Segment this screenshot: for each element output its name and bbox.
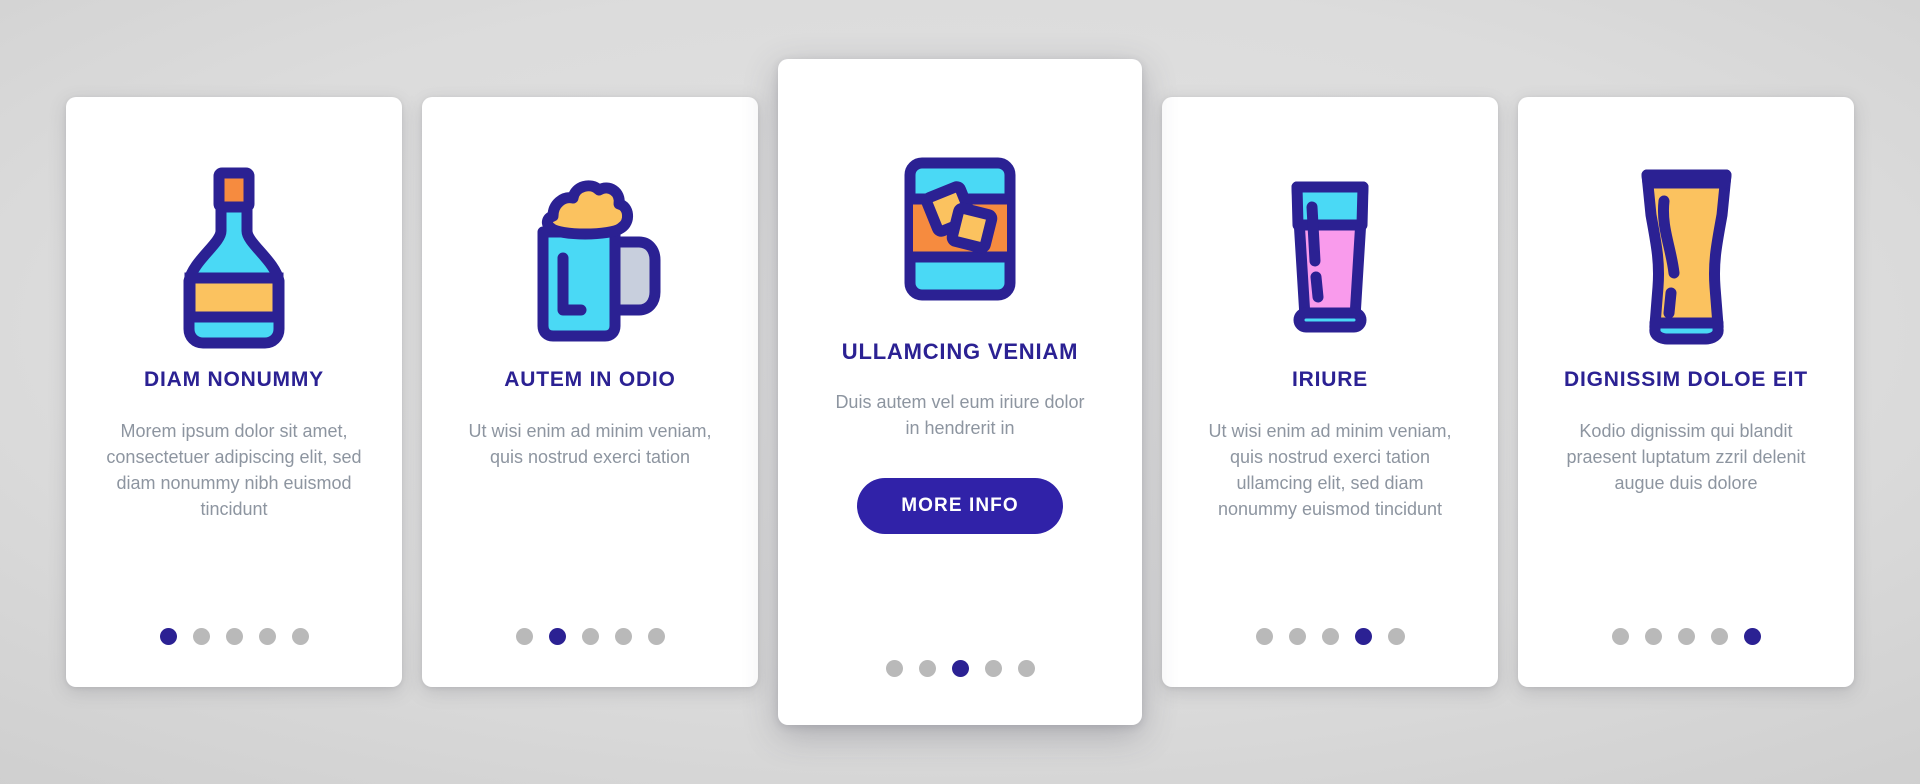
pagination-dots[interactable] [1518, 628, 1854, 645]
pagination-dot[interactable] [1288, 628, 1306, 645]
pagination-dot[interactable] [885, 660, 903, 677]
pagination-dot[interactable] [1017, 660, 1035, 677]
card-title: IRIURE [1292, 368, 1368, 391]
whiskey-glass-ice-icon [895, 127, 1025, 333]
pagination-dot[interactable] [1710, 628, 1728, 645]
pagination-dot[interactable] [581, 628, 599, 645]
pagination-dot[interactable] [1677, 628, 1695, 645]
card-title: ULLAMCING VENIAM [841, 339, 1079, 364]
pagination-dot[interactable] [515, 628, 533, 645]
pagination-dot[interactable] [159, 628, 177, 645]
card-description: Kodio dignissim qui blandit praesent lup… [1566, 421, 1806, 494]
liquor-bottle-icon [169, 157, 299, 357]
more-info-button[interactable]: MORE INFO [857, 477, 1063, 534]
pagination-dot[interactable] [1387, 628, 1405, 645]
pagination-dot[interactable] [1255, 628, 1273, 645]
card-description: Ut wisi enim ad minim veniam, quis nostr… [468, 421, 712, 468]
onboarding-screens-container: DIAM NONUMMY Morem ipsum dolor sit amet,… [0, 0, 1920, 784]
pagination-dot[interactable] [548, 628, 566, 645]
pagination-dots[interactable] [422, 628, 758, 645]
card-title: DIGNISSIM DOLOE EIT [1564, 368, 1808, 391]
pagination-dot[interactable] [614, 628, 632, 645]
pagination-dot[interactable] [1321, 628, 1339, 645]
card-title: AUTEM IN ODIO [504, 368, 676, 391]
onboarding-card-3-featured[interactable]: ULLAMCING VENIAM Duis autem vel eum iriu… [778, 59, 1142, 725]
onboarding-card-2[interactable]: AUTEM IN ODIO Ut wisi enim ad minim veni… [422, 97, 758, 687]
pagination-dots[interactable] [778, 660, 1142, 677]
pagination-dot[interactable] [1743, 628, 1761, 645]
pagination-dot[interactable] [258, 628, 276, 645]
pagination-dot[interactable] [225, 628, 243, 645]
pagination-dots[interactable] [1162, 628, 1498, 645]
tall-drink-glass-icon [1275, 157, 1385, 357]
pagination-dot[interactable] [1611, 628, 1629, 645]
onboarding-card-4[interactable]: IRIURE Ut wisi enim ad minim veniam, qui… [1162, 97, 1498, 687]
pagination-dot[interactable] [951, 660, 969, 677]
pagination-dots[interactable] [66, 628, 402, 645]
pagination-dot[interactable] [1644, 628, 1662, 645]
pagination-dot[interactable] [1354, 628, 1372, 645]
card-description: Morem ipsum dolor sit amet, consectetuer… [106, 421, 362, 520]
beer-mug-icon [515, 157, 665, 357]
card-title: DIAM NONUMMY [144, 368, 324, 391]
card-description: Ut wisi enim ad minim veniam, quis nostr… [1208, 421, 1452, 520]
pagination-dot[interactable] [291, 628, 309, 645]
pagination-dot[interactable] [647, 628, 665, 645]
weizen-beer-glass-icon [1629, 157, 1744, 357]
pagination-dot[interactable] [918, 660, 936, 677]
card-description: Duis autem vel eum iriure dolor in hendr… [835, 392, 1085, 439]
pagination-dot[interactable] [984, 660, 1002, 677]
onboarding-card-1[interactable]: DIAM NONUMMY Morem ipsum dolor sit amet,… [66, 97, 402, 687]
onboarding-card-5[interactable]: DIGNISSIM DOLOE EIT Kodio dignissim qui … [1518, 97, 1854, 687]
pagination-dot[interactable] [192, 628, 210, 645]
